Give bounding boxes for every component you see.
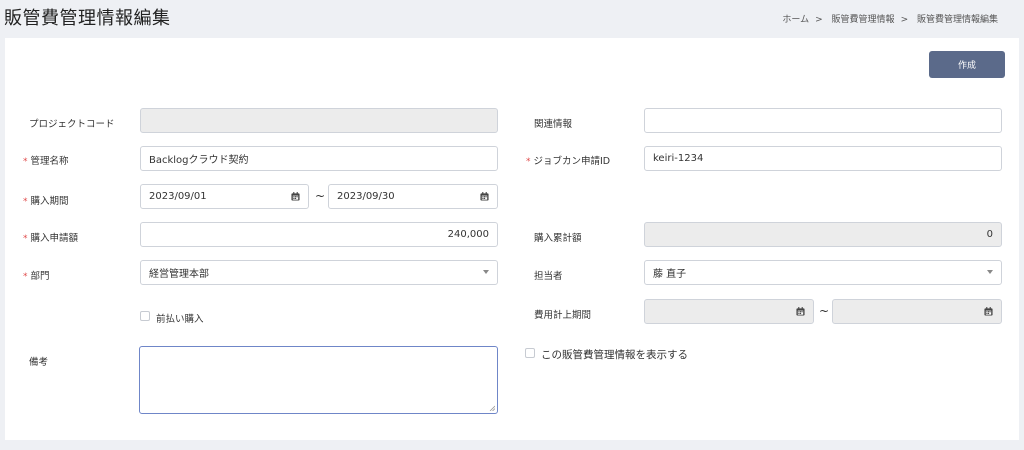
management-name-value: Backlogクラウド契約 bbox=[149, 155, 249, 166]
chevron-down-icon bbox=[483, 270, 489, 274]
person-in-charge-select[interactable]: 藤 直子 bbox=[644, 260, 1002, 285]
jobcan-id-label-text: ジョブカン申請ID bbox=[533, 156, 611, 167]
purchase-period-to-input[interactable]: 2023/09/30 bbox=[328, 184, 498, 209]
prepaid-label: 前払い購入 bbox=[156, 314, 204, 325]
expense-period-to-input bbox=[832, 299, 1002, 324]
expense-period-label: 費用計上期間 bbox=[534, 310, 592, 321]
page-title: 販管費管理情報編集 bbox=[4, 8, 171, 29]
department-value: 経営管理本部 bbox=[149, 269, 209, 280]
purchase-amount-value: 240,000 bbox=[447, 229, 489, 240]
department-select[interactable]: 経営管理本部 bbox=[140, 260, 498, 285]
cumulative-amount-label: 購入累計額 bbox=[534, 233, 582, 244]
required-mark: * bbox=[23, 197, 28, 207]
calendar-icon[interactable] bbox=[480, 192, 489, 201]
related-info-input[interactable] bbox=[644, 108, 1002, 133]
calendar-icon[interactable] bbox=[291, 192, 300, 201]
show-info-checkbox[interactable] bbox=[525, 348, 535, 358]
breadcrumb-current: 販管費管理情報編集 bbox=[916, 15, 998, 25]
project-code-label: プロジェクトコード bbox=[29, 119, 115, 130]
resize-handle-icon[interactable] bbox=[489, 405, 495, 411]
breadcrumb-home[interactable]: ホーム bbox=[782, 15, 809, 25]
purchase-period-label: * 購入期間 bbox=[23, 193, 69, 207]
purchase-period-label-text: 購入期間 bbox=[30, 196, 69, 207]
person-in-charge-label: 担当者 bbox=[534, 271, 563, 282]
required-mark: * bbox=[23, 234, 28, 244]
expense-period-from-input bbox=[644, 299, 814, 324]
jobcan-id-label: * ジョブカン申請ID bbox=[526, 153, 610, 167]
purchase-amount-input[interactable]: 240,000 bbox=[140, 222, 498, 247]
prepaid-checkbox[interactable] bbox=[140, 311, 150, 321]
remarks-textarea[interactable] bbox=[139, 346, 498, 414]
project-code-field bbox=[140, 108, 498, 133]
create-button[interactable]: 作成 bbox=[929, 51, 1005, 78]
calendar-icon bbox=[796, 307, 805, 316]
required-mark: * bbox=[23, 272, 28, 282]
required-mark: * bbox=[23, 157, 28, 167]
breadcrumb-separator: > bbox=[815, 15, 823, 25]
required-mark: * bbox=[526, 157, 531, 167]
form-panel: 作成 プロジェクトコード 関連情報 * 管理名称 Backlogクラウド契約 * ジ… bbox=[5, 38, 1019, 440]
jobcan-id-input[interactable]: keiri-1234 bbox=[644, 146, 1002, 171]
breadcrumb-separator: > bbox=[900, 15, 909, 25]
purchase-amount-label-text: 購入申請額 bbox=[30, 233, 79, 244]
department-label: * 部門 bbox=[23, 268, 50, 282]
period-separator: ~ bbox=[819, 304, 830, 318]
chevron-down-icon bbox=[987, 270, 993, 274]
calendar-icon bbox=[984, 307, 993, 316]
purchase-period-to-value: 2023/09/30 bbox=[337, 191, 395, 202]
person-in-charge-value: 藤 直子 bbox=[653, 269, 687, 280]
management-name-input[interactable]: Backlogクラウド契約 bbox=[140, 146, 498, 171]
management-name-label: * 管理名称 bbox=[23, 153, 69, 167]
jobcan-id-value: keiri-1234 bbox=[653, 153, 704, 164]
management-name-label-text: 管理名称 bbox=[30, 156, 69, 167]
purchase-period-from-value: 2023/09/01 bbox=[149, 191, 207, 202]
cumulative-amount-field: 0 bbox=[644, 222, 1002, 247]
breadcrumb-sga-info[interactable]: 販管費管理情報 bbox=[832, 15, 895, 25]
period-separator: ~ bbox=[315, 189, 326, 203]
purchase-amount-label: * 購入申請額 bbox=[23, 230, 78, 244]
breadcrumb: ホーム > 販管費管理情報 > 販管費管理情報編集 bbox=[782, 12, 1004, 25]
cumulative-amount-value: 0 bbox=[986, 229, 993, 240]
purchase-period-from-input[interactable]: 2023/09/01 bbox=[140, 184, 309, 209]
related-info-label: 関連情報 bbox=[534, 119, 573, 130]
show-info-label: この販管費管理情報を表示する bbox=[541, 349, 688, 361]
department-label-text: 部門 bbox=[30, 271, 50, 282]
remarks-label: 備考 bbox=[29, 357, 49, 368]
